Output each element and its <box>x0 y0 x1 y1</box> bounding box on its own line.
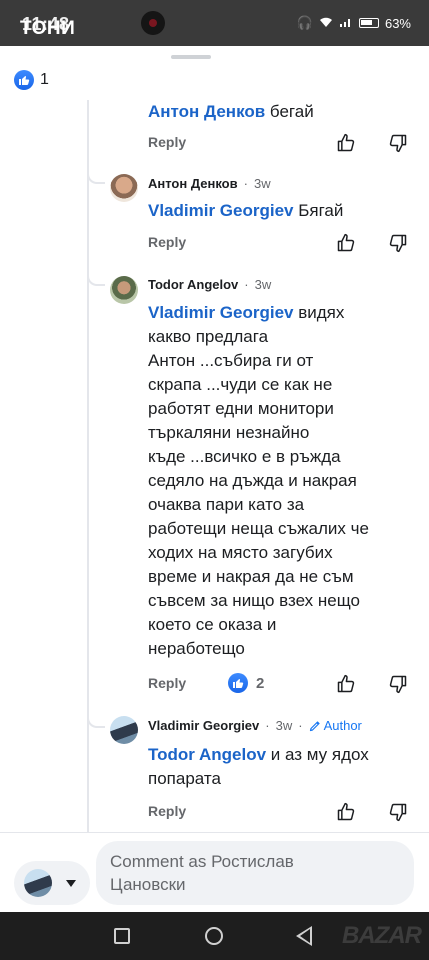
author-name[interactable]: Vladimir Georgiev <box>148 718 259 733</box>
thumbs-down-icon[interactable] <box>387 673 409 695</box>
dot-separator: · <box>244 277 249 292</box>
reply-button[interactable]: Reply <box>148 803 186 819</box>
vote-group <box>335 132 409 154</box>
author-name[interactable]: Todor Angelov <box>148 277 238 292</box>
system-nav-bar: BAZAR <box>0 912 429 960</box>
dot-separator: · <box>243 176 248 191</box>
sheet-drag-handle[interactable] <box>171 55 211 59</box>
comment-time: 3w <box>253 176 271 191</box>
comment-body: Todor Angelov и аз му ядох попарата <box>148 743 410 791</box>
comment-line: и аз му ядох <box>270 745 369 764</box>
thread-branch <box>87 716 105 728</box>
thread-branch <box>87 274 105 286</box>
back-button[interactable] <box>296 926 312 946</box>
status-bar: 11:48 ТОНИ 🎧 63% <box>0 0 429 46</box>
profile-switcher[interactable] <box>14 861 90 905</box>
signal-icon <box>339 16 353 31</box>
avatar[interactable] <box>110 276 138 304</box>
dot-separator: · <box>298 718 303 733</box>
author-badge-label: Author <box>323 718 362 733</box>
comment-body: Vladimir Georgiev видях какво предлага А… <box>148 301 410 661</box>
headphones-icon: 🎧 <box>296 15 313 30</box>
reaction-count: 1 <box>40 71 49 88</box>
comment-time: 3w <box>254 277 272 292</box>
comment-input[interactable]: Comment as Ростислав Цановски <box>96 841 414 905</box>
comment-time: 3w <box>275 718 293 733</box>
recent-apps-button[interactable] <box>114 928 130 944</box>
comment-body: Антон Денков бегай <box>148 100 410 124</box>
comment-line: седяло на дъжда и накрая <box>148 471 357 490</box>
comment-line: съвсем за нищо взех нещо <box>148 591 361 610</box>
author-name[interactable]: Антон Денков <box>148 176 238 191</box>
avatar[interactable] <box>110 716 138 744</box>
reply-button[interactable]: Reply <box>148 134 186 150</box>
reply-button[interactable]: Reply <box>148 234 186 250</box>
like-icon <box>228 673 248 693</box>
comment-line: какво предлага <box>148 327 269 346</box>
comment-line: което се оказа и <box>148 615 277 634</box>
comment-placeholder: Comment as Ростислав <box>110 852 294 871</box>
vote-group <box>335 801 409 823</box>
comment-line: къде ...всичко е в ръжда <box>148 447 341 466</box>
mention-link[interactable]: Todor Angelov <box>148 745 266 764</box>
thumbs-down-icon[interactable] <box>387 801 409 823</box>
wifi-icon <box>319 16 333 31</box>
camera-cutout <box>141 11 165 35</box>
mention-link[interactable]: Vladimir Georgiev <box>148 303 294 322</box>
comment-header: Антон Денков · 3w <box>148 176 271 191</box>
avatar <box>24 869 52 897</box>
mention-link[interactable]: Vladimir Georgiev <box>148 201 294 220</box>
comment-reactions[interactable]: 2 <box>228 673 264 693</box>
comment-line: Антон ...събира ги от <box>148 351 314 370</box>
dot-separator: · <box>265 718 270 733</box>
comments-sheet: 1 Антон Денков бегай Reply Антон Денков … <box>0 46 429 832</box>
comment-header: Vladimir Georgiev · 3w · Author <box>148 718 362 733</box>
comment-line: работят едни монитори <box>148 399 334 418</box>
like-icon <box>14 70 34 90</box>
vote-group <box>335 232 409 254</box>
comment-body: Vladimir Georgiev Бягай <box>148 199 410 223</box>
comment-line: попарата <box>148 769 221 788</box>
thumbs-up-icon[interactable] <box>335 801 357 823</box>
watermark-text: ТОНИ <box>20 18 76 39</box>
thumbs-down-icon[interactable] <box>387 132 409 154</box>
comment-line: време и накрая да не съм <box>148 567 354 586</box>
comment-line: видях <box>298 303 345 322</box>
author-badge: Author <box>309 718 362 733</box>
reaction-count: 2 <box>256 674 265 692</box>
avatar[interactable] <box>110 174 138 202</box>
comment-line: работещи неща съжалих че <box>148 519 369 538</box>
thumbs-down-icon[interactable] <box>387 232 409 254</box>
bazar-logo: BAZAR <box>342 922 422 949</box>
comment-composer: Comment as Ростислав Цановски <box>0 832 429 912</box>
thumbs-up-icon[interactable] <box>335 673 357 695</box>
comment-header: Todor Angelov · 3w <box>148 277 271 292</box>
chevron-down-icon <box>66 874 76 892</box>
thumbs-up-icon[interactable] <box>335 132 357 154</box>
mention-link[interactable]: Антон Денков <box>148 102 265 121</box>
comment-line: ходих на място загубих <box>148 543 333 562</box>
thumbs-up-icon[interactable] <box>335 232 357 254</box>
battery-percent: 63% <box>384 15 411 31</box>
comment-line: очаква пари като за <box>148 495 305 514</box>
reactions-summary[interactable]: 1 <box>14 70 49 90</box>
comment-line: скрапа ...чуди се как не <box>148 375 333 394</box>
comment-line: неработещо <box>148 639 245 658</box>
status-icons: 🎧 63% <box>297 15 411 31</box>
comment-line: търкаляни незнайно <box>148 423 310 442</box>
reply-button[interactable]: Reply <box>148 675 186 691</box>
comment-text: бегай <box>269 102 314 121</box>
battery-icon <box>358 18 379 28</box>
comment-text: Бягай <box>298 201 344 220</box>
comment-placeholder: Цановски <box>110 875 186 894</box>
home-button[interactable] <box>205 927 223 945</box>
thread-branch <box>87 172 105 184</box>
vote-group <box>335 673 409 695</box>
pencil-icon <box>309 720 320 731</box>
